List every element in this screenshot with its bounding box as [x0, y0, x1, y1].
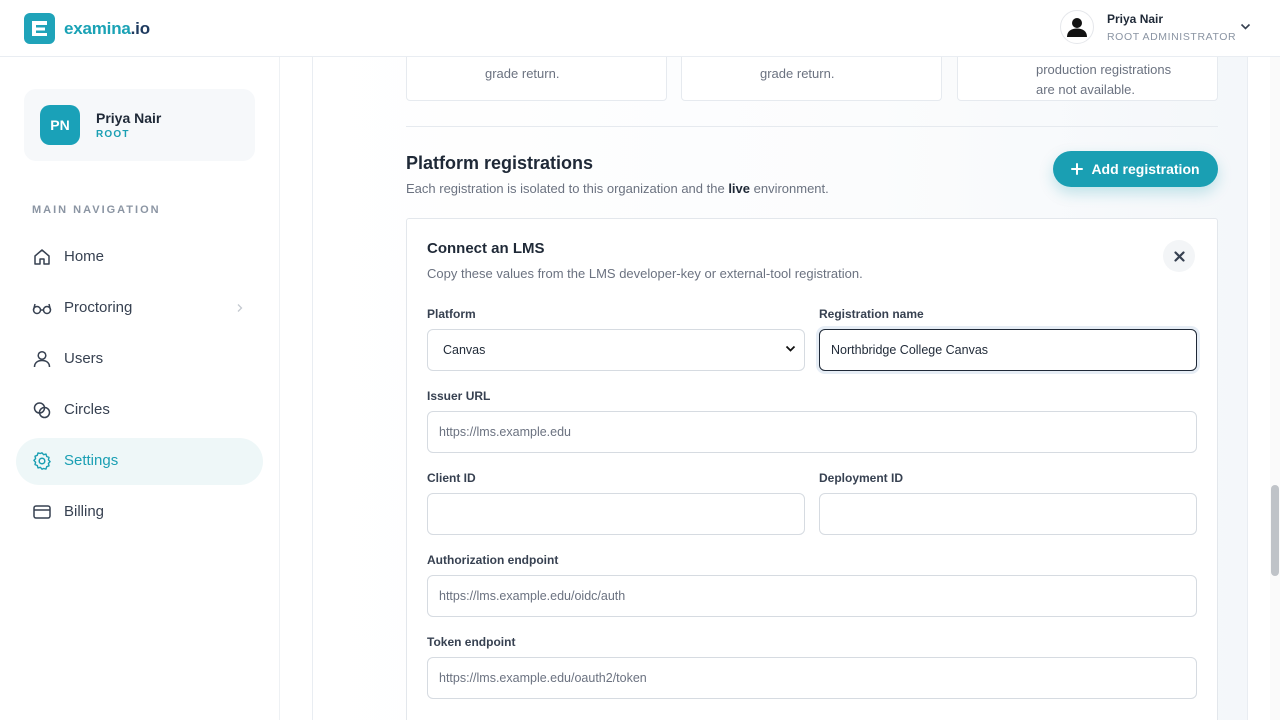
avatar: PN	[40, 105, 80, 145]
card-text: grade return.	[760, 66, 835, 81]
section-desc-suffix: environment.	[750, 181, 829, 196]
brand-name: examina.io	[64, 19, 150, 39]
divider	[406, 126, 1218, 127]
issuer-url-label: Issuer URL	[427, 389, 491, 403]
sidebar-item-users[interactable]: Users	[16, 336, 263, 383]
sidebar-item-label: Users	[64, 350, 104, 367]
card-text: are not available.	[1036, 82, 1136, 97]
nav-heading: MAIN NAVIGATION	[32, 204, 161, 216]
brand-logo[interactable]: examina.io	[24, 13, 150, 44]
sidebar-item-circles[interactable]: Circles	[16, 387, 263, 434]
user-menu[interactable]: Priya Nair ROOT ADMINISTRATOR	[1060, 10, 1251, 44]
home-icon	[34, 249, 50, 265]
sidebar-item-label: Billing	[64, 503, 105, 520]
close-icon	[1173, 250, 1185, 262]
deployment-id-label: Deployment ID	[819, 471, 904, 485]
top-bar: examina.io Priya Nair ROOT ADMINISTRATOR	[0, 0, 1280, 57]
sidebar-item-label: Home	[64, 248, 105, 265]
plus-icon	[1071, 163, 1084, 175]
close-button[interactable]	[1163, 240, 1195, 272]
registration-name-label: Registration name	[819, 307, 924, 321]
info-card: production registrations are not availab…	[957, 57, 1218, 101]
scrollbar[interactable]	[1270, 57, 1280, 720]
settings-panel: grade return. grade return. production r…	[312, 57, 1248, 720]
client-id-label: Client ID	[427, 471, 476, 485]
profile-card[interactable]: PN Priya Nair ROOT	[24, 89, 255, 161]
client-id-input[interactable]	[427, 493, 805, 535]
scrollbar-thumb[interactable]	[1271, 485, 1279, 576]
authorization-endpoint-label: Authorization endpoint	[427, 553, 559, 567]
info-card: grade return.	[406, 57, 667, 101]
sidebar-item-label: Proctoring	[64, 299, 133, 316]
section-desc-prefix: Each registration is isolated to this or…	[406, 181, 729, 196]
token-endpoint-input[interactable]	[427, 657, 1197, 699]
chevron-down-icon	[785, 345, 796, 352]
token-endpoint-label: Token endpoint	[427, 635, 516, 649]
header-user-name: Priya Nair	[1107, 12, 1164, 26]
connect-lms-card: Connect an LMS Copy these values from th…	[406, 218, 1218, 720]
lms-form-description: Copy these values from the LMS developer…	[427, 266, 863, 281]
sidebar-item-home[interactable]: Home	[16, 234, 263, 281]
brand-name-part1: examina	[64, 18, 131, 38]
profile-name: Priya Nair	[96, 110, 162, 126]
section-desc-bold: live	[728, 181, 750, 196]
chevron-right-icon	[237, 304, 243, 312]
section-title: Platform registrations	[406, 153, 594, 173]
sidebar-item-proctoring[interactable]: Proctoring	[16, 285, 263, 332]
platform-selected-value: Canvas	[443, 343, 486, 357]
card-text: production registrations	[1036, 62, 1172, 77]
chevron-down-icon[interactable]	[1240, 23, 1251, 31]
user-icon	[33, 350, 51, 368]
section-description: Each registration is isolated to this or…	[406, 181, 829, 196]
deployment-id-input[interactable]	[819, 493, 1197, 535]
glasses-icon	[32, 303, 52, 315]
add-registration-button[interactable]: Add registration	[1053, 151, 1218, 187]
authorization-endpoint-input[interactable]	[427, 575, 1197, 617]
sidebar-item-label: Circles	[64, 401, 110, 418]
sidebar-item-billing[interactable]: Billing	[16, 489, 263, 536]
gear-icon	[33, 452, 51, 470]
sidebar-item-settings[interactable]: Settings	[16, 438, 263, 485]
platform-select[interactable]: Canvas	[427, 329, 805, 371]
main-content: grade return. grade return. production r…	[281, 57, 1267, 720]
brand-name-part2: .io	[130, 18, 150, 38]
card-icon	[33, 505, 51, 519]
issuer-url-input[interactable]	[427, 411, 1197, 453]
lms-form-title: Connect an LMS	[427, 240, 545, 257]
registration-name-input[interactable]	[819, 329, 1197, 371]
circles-icon	[33, 402, 51, 419]
sidebar-item-label: Settings	[64, 452, 119, 469]
user-avatar-icon	[1060, 10, 1094, 44]
card-text: grade return.	[485, 66, 560, 81]
header-user-role: ROOT ADMINISTRATOR	[1107, 31, 1237, 43]
logo-mark-icon	[24, 13, 55, 44]
platform-label: Platform	[427, 307, 476, 321]
sidebar: PN Priya Nair ROOT MAIN NAVIGATION Home …	[0, 57, 280, 720]
add-registration-label: Add registration	[1091, 161, 1200, 177]
info-card: grade return.	[681, 57, 942, 101]
profile-role: ROOT	[96, 129, 130, 140]
